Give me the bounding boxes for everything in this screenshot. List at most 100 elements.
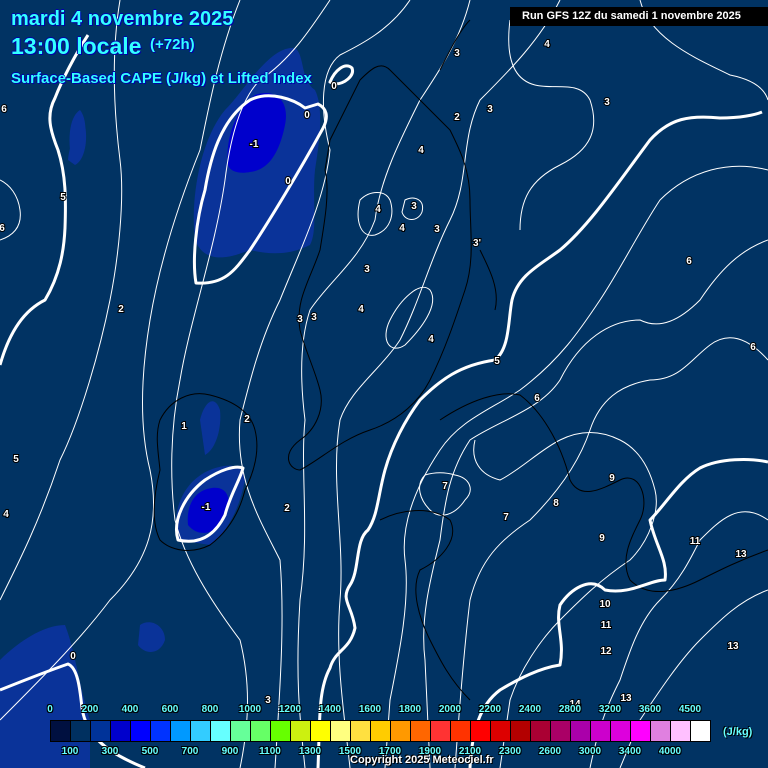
colorbar-tick-label: 2300 xyxy=(498,746,522,757)
colorbar-tick-label: 3200 xyxy=(598,704,622,715)
contour-label: 11 xyxy=(690,536,701,547)
contour-label: 1 xyxy=(181,421,187,432)
contour-label: 0 xyxy=(70,651,76,662)
colorbar-swatch xyxy=(171,721,191,741)
colorbar-swatch xyxy=(411,721,431,741)
colorbar-tick-label: 1600 xyxy=(358,704,382,715)
colorbar-tick-label: 200 xyxy=(81,704,99,715)
contour-label: 9 xyxy=(609,473,615,484)
colorbar-tick-label: 400 xyxy=(121,704,139,715)
colorbar-tick-label: 2600 xyxy=(538,746,562,757)
contour-label: 11 xyxy=(601,620,612,631)
colorbar-tick-label: 600 xyxy=(161,704,179,715)
colorbar-tick-label: 800 xyxy=(201,704,219,715)
colorbar-swatch xyxy=(311,721,331,741)
colorbar-swatch xyxy=(631,721,651,741)
contour-label: 4 xyxy=(418,145,424,156)
contour-label: -1 xyxy=(202,502,211,513)
map-subtitle: Surface-Based CAPE (J/kg) et Lifted Inde… xyxy=(11,70,312,87)
colorbar-swatch xyxy=(351,721,371,741)
coastline-scandinavia xyxy=(439,19,497,311)
colorbar-tick-label: 4000 xyxy=(658,746,682,757)
colorbar-tick-label: 500 xyxy=(141,746,159,757)
coastline-france xyxy=(379,510,471,701)
cape-area-northwest xyxy=(68,110,87,165)
colorbar-tick-label: 1800 xyxy=(398,704,422,715)
colorbar-tick-label: 1100 xyxy=(259,746,281,757)
colorbar-tick-label: 1000 xyxy=(238,704,262,715)
colorbar-swatch xyxy=(291,721,311,741)
colorbar-tick-label: 1900 xyxy=(418,746,442,757)
contour-label: 4 xyxy=(428,334,434,345)
colorbar-swatch xyxy=(691,721,710,741)
contour-label: 6 xyxy=(0,223,5,234)
contour-label: 13 xyxy=(735,549,747,560)
contour-label: 4 xyxy=(375,204,381,215)
contour-label: 7 xyxy=(442,481,448,492)
contour-label: 3 xyxy=(265,695,271,706)
forecast-time: 13:00 locale xyxy=(11,33,142,59)
lifted-index-thin-contours xyxy=(0,0,768,768)
contour-label: 9 xyxy=(599,533,605,544)
colorbar-tick-label: 2400 xyxy=(518,704,542,715)
colorbar-tick-label: 900 xyxy=(221,746,239,757)
contour-label: 0 xyxy=(331,81,337,92)
colorbar-swatch xyxy=(531,721,551,741)
colorbar-swatch xyxy=(191,721,211,741)
contour-label: 3' xyxy=(473,238,481,249)
colorbar-swatch xyxy=(491,721,511,741)
colorbar-swatch xyxy=(651,721,671,741)
contour-label: 12 xyxy=(600,646,612,657)
colorbar-tick-label: 2100 xyxy=(458,746,482,757)
lifted-index-thick-contours xyxy=(0,34,768,768)
contour-label: 4 xyxy=(358,304,364,315)
contour-label: 3 xyxy=(311,312,317,323)
contour-label: 2 xyxy=(244,414,250,425)
colorbar-unit: (J/kg) xyxy=(723,726,753,738)
colorbar-tick-label: 2200 xyxy=(478,704,502,715)
colorbar-swatch xyxy=(371,721,391,741)
colorbar-tick-label: 3400 xyxy=(618,746,642,757)
colorbar-tick-label: 1700 xyxy=(378,746,402,757)
colorbar-tick-label: 100 xyxy=(61,746,79,757)
contour-label: 6 xyxy=(750,342,756,353)
colorbar-swatch xyxy=(71,721,91,741)
colorbar-swatch xyxy=(271,721,291,741)
coastline-continent xyxy=(439,393,768,593)
colorbar-tick-label: 2800 xyxy=(558,704,582,715)
forecast-lead-time: (+72h) xyxy=(150,36,195,53)
contour-label: 4 xyxy=(399,223,405,234)
colorbar-tick-label: 4500 xyxy=(678,704,702,715)
contour-label: -1 xyxy=(250,139,259,150)
colorbar-tick-label: 1400 xyxy=(318,704,342,715)
cape-shading xyxy=(0,47,321,768)
colorbar-tick-label: 1200 xyxy=(278,704,302,715)
contour-label: 0 xyxy=(285,176,291,187)
contour-label: 2 xyxy=(284,503,290,514)
colorbar-tick-label: 1500 xyxy=(338,746,362,757)
colorbar-tick-label: 3000 xyxy=(578,746,602,757)
contour-label: 3 xyxy=(487,104,493,115)
contour-label: 3 xyxy=(434,224,440,235)
colorbar-swatch xyxy=(151,721,171,741)
contour-label: 3 xyxy=(604,97,610,108)
colorbar-tick-label: 300 xyxy=(101,746,119,757)
contour-label: 8 xyxy=(553,498,559,509)
forecast-date: mardi 4 novembre 2025 xyxy=(11,8,234,30)
colorbar-swatch xyxy=(671,721,691,741)
colorbar-swatch xyxy=(391,721,411,741)
contour-label: 5 xyxy=(494,356,500,367)
colorbar-swatch xyxy=(451,721,471,741)
model-run-label: Run GFS 12Z du samedi 1 novembre 2025 xyxy=(510,7,768,26)
contour-label: 10 xyxy=(599,599,611,610)
colorbar-swatch xyxy=(51,721,71,741)
colorbar-tick-label: 700 xyxy=(181,746,199,757)
colorbar-swatch xyxy=(471,721,491,741)
colorbar-tick-label: 0 xyxy=(47,704,53,715)
contour-label: 4 xyxy=(544,39,550,50)
contour-label: 5 xyxy=(60,192,66,203)
contour-label: 0 xyxy=(304,110,310,121)
contour-label: 6 xyxy=(1,104,7,115)
colorbar-swatch xyxy=(111,721,131,741)
colorbar-swatch xyxy=(571,721,591,741)
